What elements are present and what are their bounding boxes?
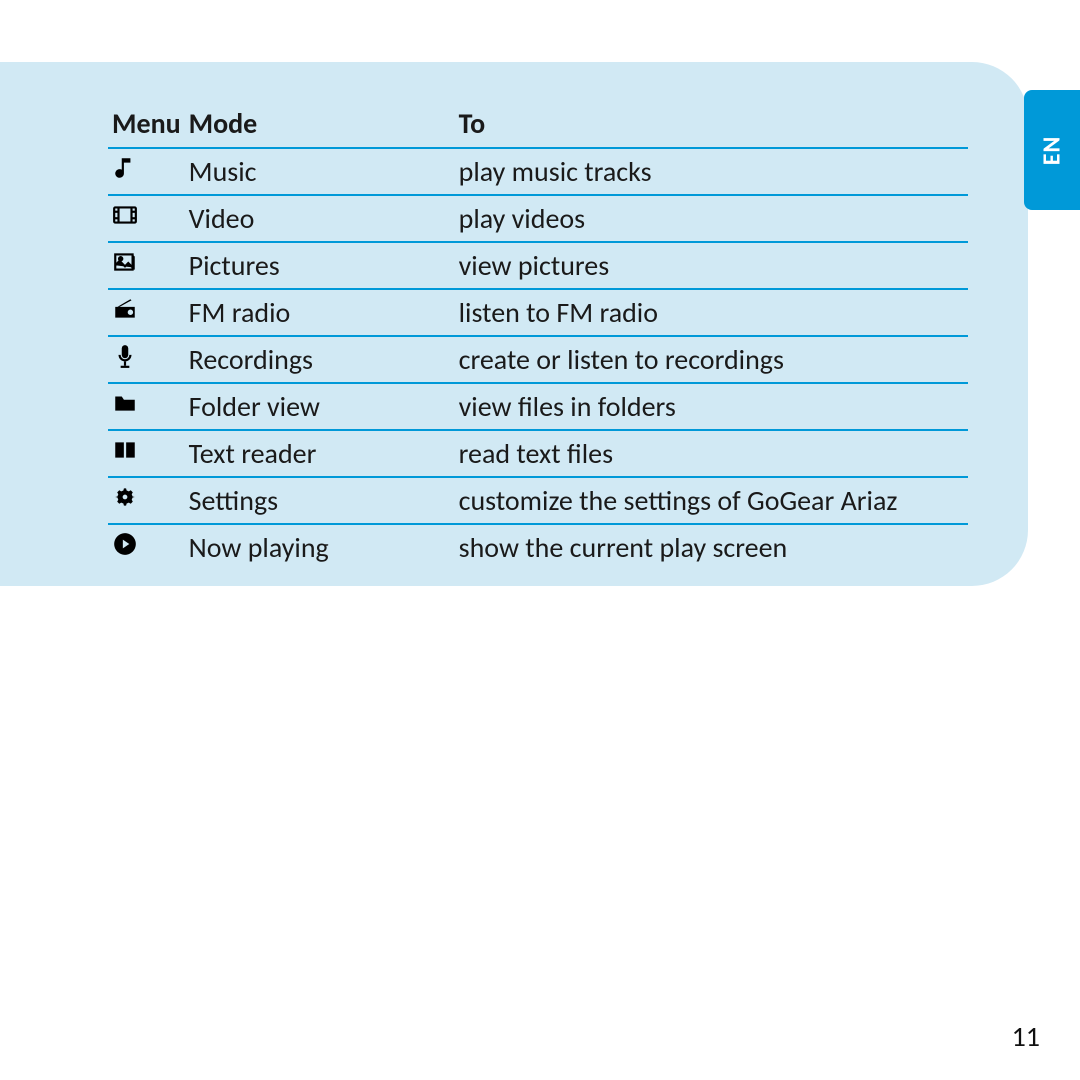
language-label: EN — [1037, 135, 1066, 165]
header-to: To — [455, 100, 968, 148]
mode-cell: Text reader — [185, 430, 455, 477]
mode-cell: Recordings — [185, 336, 455, 383]
mode-cell: Folder view — [185, 383, 455, 430]
table-row: Settings customize the settings of GoGea… — [108, 477, 968, 524]
radio-icon — [108, 289, 185, 336]
music-icon — [108, 148, 185, 195]
to-cell: show the current play screen — [455, 524, 968, 570]
table-row: FM radio listen to FM radio — [108, 289, 968, 336]
to-cell: read text files — [455, 430, 968, 477]
mode-cell: Settings — [185, 477, 455, 524]
to-cell: play music tracks — [455, 148, 968, 195]
mode-cell: Video — [185, 195, 455, 242]
to-cell: customize the settings of GoGear Ariaz — [455, 477, 968, 524]
table-row: Text reader read text files — [108, 430, 968, 477]
menu-table: Menu Mode To Music play music tracks Vid… — [108, 100, 968, 570]
folder-icon — [108, 383, 185, 430]
menu-table-container: Menu Mode To Music play music tracks Vid… — [108, 100, 968, 570]
mode-cell: FM radio — [185, 289, 455, 336]
mode-cell: Pictures — [185, 242, 455, 289]
table-row: Pictures view pictures — [108, 242, 968, 289]
table-header-row: Menu Mode To — [108, 100, 968, 148]
to-cell: view files in folders — [455, 383, 968, 430]
mic-icon — [108, 336, 185, 383]
table-row: Music play music tracks — [108, 148, 968, 195]
video-icon — [108, 195, 185, 242]
mode-cell: Music — [185, 148, 455, 195]
table-row: Video play videos — [108, 195, 968, 242]
to-cell: listen to FM radio — [455, 289, 968, 336]
to-cell: play videos — [455, 195, 968, 242]
language-tab: EN — [1024, 90, 1080, 210]
table-row: Now playing show the current play screen — [108, 524, 968, 570]
to-cell: create or listen to recordings — [455, 336, 968, 383]
table-row: Folder view view files in folders — [108, 383, 968, 430]
table-row: Recordings create or listen to recording… — [108, 336, 968, 383]
to-cell: view pictures — [455, 242, 968, 289]
play-circle-icon — [108, 524, 185, 570]
book-icon — [108, 430, 185, 477]
page-number: 11 — [1012, 1019, 1040, 1054]
header-menu: Menu — [108, 100, 185, 148]
pictures-icon — [108, 242, 185, 289]
mode-cell: Now playing — [185, 524, 455, 570]
header-mode: Mode — [185, 100, 455, 148]
gear-icon — [108, 477, 185, 524]
